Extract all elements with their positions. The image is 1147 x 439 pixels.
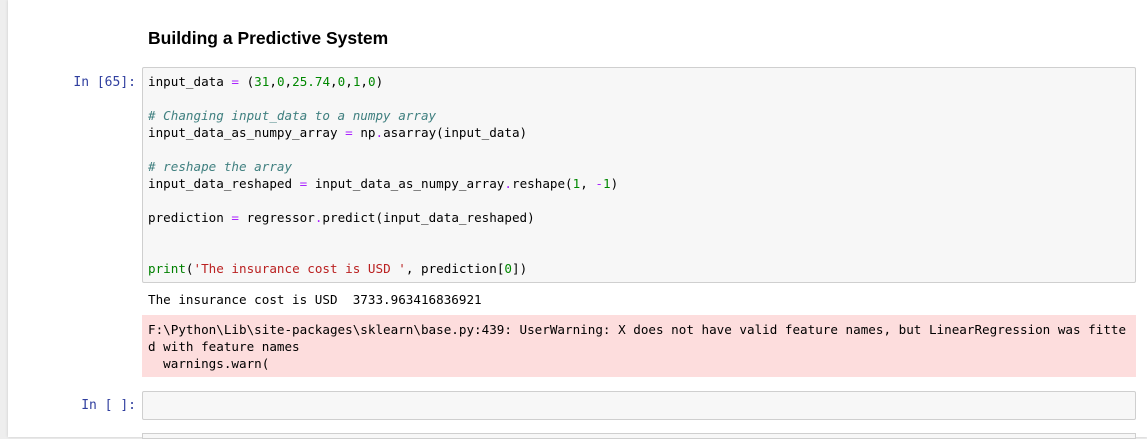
code-token: ,	[345, 74, 353, 89]
cell-1-prompt: In [65]:	[73, 75, 136, 90]
code-token: .	[504, 176, 512, 191]
code-token: reshape(	[511, 176, 573, 191]
cell-2-prompt: In [ ]:	[81, 398, 136, 413]
code-token: =	[231, 210, 239, 225]
code-line: prediction = regressor.predict(input_dat…	[148, 209, 1135, 226]
code-token: np	[352, 125, 376, 140]
code-token: 0	[276, 74, 285, 89]
code-token: input_data_reshaped	[148, 176, 300, 191]
code-token: ,	[330, 74, 338, 89]
cell-1-stdout: The insurance cost is USD 3733.963416836…	[148, 292, 482, 307]
code-cell-1-input[interactable]: input_data = (31,0,25.74,0,1,0) # Changin…	[142, 67, 1136, 283]
code-token: input_data_as_numpy_array	[148, 125, 346, 140]
code-token: 0	[368, 74, 376, 89]
code-line: print('The insurance cost is USD ', pred…	[148, 260, 1135, 277]
code-token: regressor	[239, 210, 315, 225]
code-token: .	[375, 125, 384, 140]
code-token: input_data_as_numpy_array	[307, 176, 505, 191]
code-token: 1	[603, 176, 611, 191]
code-token: # reshape the array	[148, 159, 293, 174]
code-editor[interactable]: input_data = (31,0,25.74,0,1,0) # Changin…	[143, 68, 1135, 277]
code-token: ])	[512, 261, 528, 276]
code-token: 'The insurance cost is USD '	[193, 261, 406, 276]
code-token: ,	[284, 74, 293, 89]
code-token: ,	[269, 74, 277, 89]
code-token: (	[185, 261, 194, 276]
code-token: print	[148, 261, 186, 276]
code-token: asarray(input_data)	[383, 125, 528, 140]
markdown-heading[interactable]: Building a Predictive System	[148, 28, 388, 49]
code-token: prediction	[148, 210, 232, 225]
code-token: 31	[254, 74, 270, 89]
code-line: input_data_as_numpy_array = np.asarray(i…	[148, 124, 1135, 141]
code-token: ,	[360, 74, 369, 89]
notebook-container: Building a Predictive System In [65]: in…	[8, 0, 1147, 439]
code-token: -	[595, 176, 604, 191]
code-token: predict(input_data_reshaped)	[322, 210, 535, 225]
code-token: , prediction[	[405, 261, 505, 276]
code-token: )	[610, 176, 619, 191]
code-token: (	[239, 74, 255, 89]
cell-1-stderr-warning: F:\Python\Lib\site-packages\sklearn\base…	[142, 315, 1136, 377]
next-cell-edge[interactable]	[142, 433, 1136, 439]
code-cell-2-input[interactable]	[142, 391, 1136, 420]
code-line: # Changing input_data to a numpy array	[148, 107, 1135, 124]
code-token: 0	[504, 261, 512, 276]
code-token: 25.74	[292, 74, 331, 89]
code-line: input_data_reshaped = input_data_as_nump…	[148, 175, 1135, 192]
code-token: =	[345, 125, 353, 140]
code-token: =	[231, 74, 239, 89]
code-token: # Changing input_data to a numpy array	[148, 108, 437, 123]
code-line: input_data = (31,0,25.74,0,1,0)	[148, 73, 1135, 90]
code-token: input_data	[148, 74, 232, 89]
code-line: # reshape the array	[148, 158, 1135, 175]
code-token: ,	[580, 176, 596, 191]
code-token: )	[375, 74, 384, 89]
